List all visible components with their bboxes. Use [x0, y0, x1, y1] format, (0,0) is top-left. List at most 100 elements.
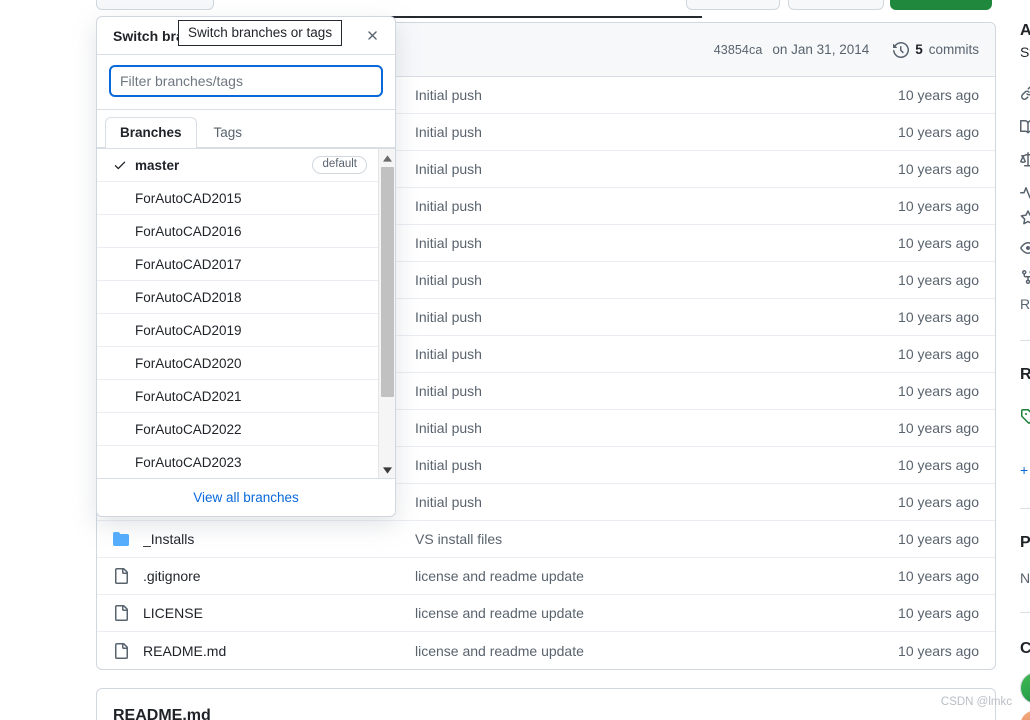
commits-count: 5	[915, 42, 923, 57]
branch-item[interactable]: ForAutoCAD2019	[97, 314, 379, 347]
commit-time: 10 years ago	[898, 161, 979, 177]
watermark: CSDN @lmkc	[940, 696, 1012, 708]
fork-icon[interactable]	[1020, 269, 1030, 285]
commits-label: commits	[928, 42, 979, 57]
avatar[interactable]	[1020, 672, 1030, 704]
avatar[interactable]	[1020, 710, 1030, 720]
pulse-icon[interactable]	[1020, 185, 1030, 201]
commit-message[interactable]: license and readme update	[415, 643, 869, 659]
branch-name: ForAutoCAD2021	[135, 388, 242, 404]
commit-message[interactable]: Initial push	[415, 420, 869, 436]
default-badge: default	[312, 155, 367, 175]
commit-message[interactable]: Initial push	[415, 383, 869, 399]
eye-icon[interactable]	[1020, 240, 1030, 256]
dropdown-tabs: Branches Tags	[97, 110, 395, 149]
commit-time: 10 years ago	[898, 531, 979, 547]
commit-time: 10 years ago	[898, 272, 979, 288]
readme-card: README.md	[96, 688, 996, 720]
star-icon[interactable]	[1020, 210, 1030, 226]
contributors-heading: Co	[1020, 640, 1030, 657]
releases-heading: Re	[1020, 366, 1030, 383]
branch-name: ForAutoCAD2020	[135, 355, 242, 371]
filter-branches-input[interactable]	[109, 65, 383, 97]
commits-count-link[interactable]: 5 commits	[893, 41, 979, 58]
branch-item[interactable]: ForAutoCAD2018	[97, 281, 379, 314]
commit-message[interactable]: Initial push	[415, 272, 869, 288]
packages-heading: Pa	[1020, 534, 1030, 551]
commit-message[interactable]: license and readme update	[415, 568, 869, 584]
report-link[interactable]: Re	[1020, 296, 1030, 312]
commit-message[interactable]: Initial push	[415, 87, 869, 103]
scroll-up-icon[interactable]	[379, 151, 395, 165]
branch-item[interactable]: ForAutoCAD2015	[97, 182, 379, 215]
file-row[interactable]: LICENSE license and readme update 10 years…	[97, 595, 995, 632]
branch-item[interactable]: ForAutoCAD2016	[97, 215, 379, 248]
commit-message[interactable]: VS install files	[415, 531, 869, 547]
branch-item[interactable]: ForAutoCAD2023	[97, 446, 379, 478]
file-name[interactable]: .gitignore	[143, 568, 415, 584]
branch-name: ForAutoCAD2015	[135, 190, 242, 206]
github-repo-page: 43854ca on Jan 31, 2014 5 commits Initia…	[0, 0, 1030, 720]
branch-name: ForAutoCAD2017	[135, 256, 242, 272]
commit-message[interactable]: Initial push	[415, 457, 869, 473]
commit-message[interactable]: license and readme update	[415, 605, 869, 621]
file-row[interactable]: .gitignore license and readme update 10 ye…	[97, 558, 995, 595]
file-icon	[113, 568, 143, 584]
branch-selector-button[interactable]	[96, 0, 214, 10]
scroll-down-icon[interactable]	[379, 463, 395, 477]
commit-time: 10 years ago	[898, 309, 979, 325]
tag-icon	[1020, 408, 1030, 424]
commit-date: on Jan 31, 2014	[772, 42, 870, 57]
commit-time: 10 years ago	[898, 605, 979, 621]
commit-time: 10 years ago	[898, 457, 979, 473]
branch-item[interactable]: master default	[97, 149, 379, 182]
link-icon[interactable]	[1020, 85, 1030, 101]
commit-message[interactable]: Initial push	[415, 309, 869, 325]
sidebar-divider-2	[1020, 508, 1030, 509]
branch-name: master	[135, 157, 180, 173]
commit-message[interactable]: Initial push	[415, 346, 869, 362]
commit-sha[interactable]: 43854ca	[714, 43, 763, 57]
readme-title: README.md	[113, 707, 211, 720]
branch-item[interactable]: ForAutoCAD2022	[97, 413, 379, 446]
commit-time: 10 years ago	[898, 124, 979, 140]
branch-item[interactable]: ForAutoCAD2021	[97, 380, 379, 413]
commit-time: 10 years ago	[898, 383, 979, 399]
go-to-file-button[interactable]	[686, 0, 780, 10]
commit-time: 10 years ago	[898, 420, 979, 436]
commit-time: 10 years ago	[898, 87, 979, 103]
scrollbar-thumb[interactable]	[381, 167, 394, 397]
branch-name: ForAutoCAD2022	[135, 421, 242, 437]
file-icon	[113, 605, 143, 621]
sidebar-divider-3	[1020, 612, 1030, 613]
code-button[interactable]	[890, 0, 992, 10]
commit-time: 10 years ago	[898, 642, 979, 659]
tab-tags[interactable]: Tags	[199, 117, 258, 149]
branch-item[interactable]: ForAutoCAD2017	[97, 248, 379, 281]
commit-message[interactable]: Initial push	[415, 494, 869, 510]
branch-list-scrollbar[interactable]	[378, 149, 395, 478]
branch-name: ForAutoCAD2016	[135, 223, 242, 239]
about-heading: Au	[1020, 22, 1030, 39]
sidebar-divider-1	[1020, 340, 1030, 341]
add-file-button[interactable]	[788, 0, 884, 10]
create-release-link[interactable]: +	[1020, 462, 1028, 478]
commit-message[interactable]: Initial push	[415, 235, 869, 251]
branch-name: ForAutoCAD2023	[135, 454, 242, 470]
branch-tooltip: Switch branches or tags	[178, 20, 343, 46]
commit-message[interactable]: Initial push	[415, 124, 869, 140]
commit-message[interactable]: Initial push	[415, 198, 869, 214]
tab-branches[interactable]: Branches	[105, 117, 197, 149]
scales-icon[interactable]	[1020, 152, 1030, 168]
commit-message[interactable]: Initial push	[415, 161, 869, 177]
file-name[interactable]: _Installs	[143, 531, 415, 547]
close-icon[interactable]	[361, 25, 383, 47]
file-row[interactable]: _Installs VS install files 10 years ago	[97, 521, 995, 558]
file-name[interactable]: README.md	[143, 643, 415, 659]
branch-item[interactable]: ForAutoCAD2020	[97, 347, 379, 380]
book-icon[interactable]	[1020, 119, 1030, 135]
file-row[interactable]: README.md license and readme update 10 yea…	[97, 632, 995, 669]
packages-empty-text: No	[1020, 570, 1030, 586]
file-name[interactable]: LICENSE	[143, 605, 415, 621]
view-all-branches-link[interactable]: View all branches	[193, 490, 299, 505]
